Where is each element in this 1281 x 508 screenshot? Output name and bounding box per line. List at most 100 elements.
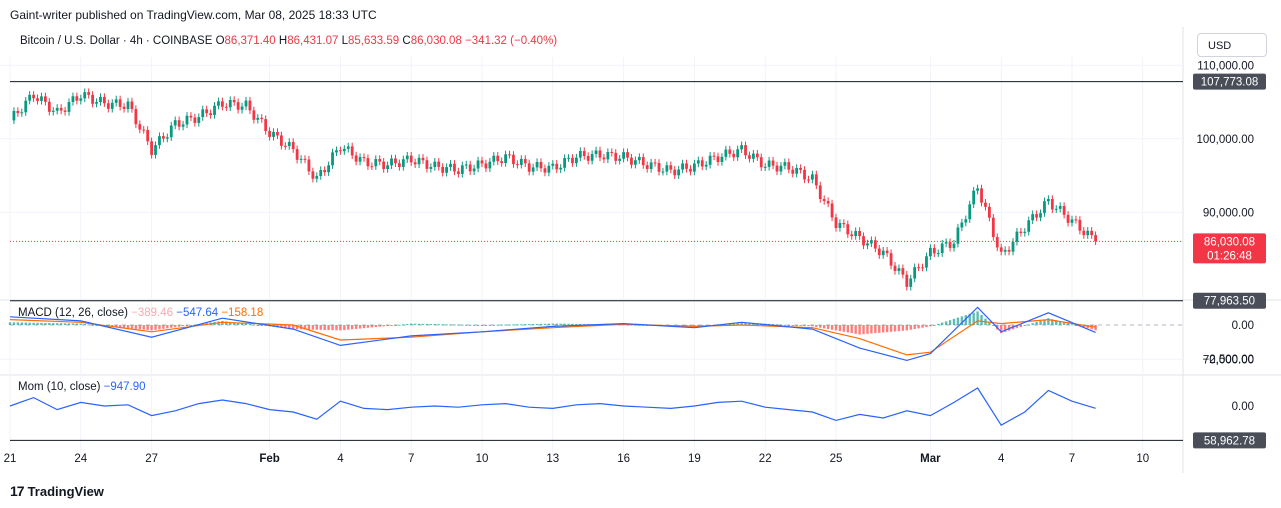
candle-body	[901, 268, 905, 275]
candle-body	[197, 117, 201, 123]
tradingview-footer[interactable]: 17 TradingView	[10, 483, 104, 499]
macd-histogram-bar	[343, 325, 346, 331]
x-tick-label: 7	[1069, 453, 1075, 465]
macd-histogram-bar	[410, 323, 413, 325]
candle-body	[291, 141, 295, 150]
candle-body	[276, 131, 279, 136]
candle-body	[523, 158, 527, 164]
macd-histogram-bar	[87, 324, 90, 326]
candle-body	[885, 250, 889, 254]
currency-button[interactable]: USD	[1197, 33, 1267, 57]
candle-body	[606, 152, 610, 160]
mom-title[interactable]: Mom (10, close)	[18, 381, 100, 393]
candle-body	[24, 100, 28, 113]
candle-body	[649, 162, 653, 169]
candle-body	[476, 160, 480, 169]
candle-body	[960, 222, 964, 228]
macd-histogram-bar	[75, 323, 79, 325]
macd-histogram-bar	[535, 323, 539, 325]
candle-body	[767, 160, 771, 167]
macd-histogram-bar	[799, 325, 802, 326]
candle-body	[689, 168, 692, 172]
macd-histogram-bar	[878, 325, 881, 333]
macd-histogram-bar	[944, 321, 948, 325]
macd-histogram-bar	[8, 322, 12, 325]
candle-body	[417, 157, 421, 165]
macd-histogram-bar	[948, 320, 952, 325]
macd-histogram-bar	[122, 325, 126, 328]
candle-body	[40, 96, 43, 101]
candle-body	[940, 243, 944, 254]
candle-body	[602, 157, 606, 160]
candle-body	[508, 154, 511, 156]
candle-body	[803, 169, 806, 180]
candle-body	[748, 155, 751, 159]
candle-body	[295, 149, 299, 160]
x-tick-label: 21	[4, 453, 17, 465]
macd-histogram-bar	[893, 325, 897, 332]
candle-body	[382, 161, 386, 170]
candle-body	[335, 150, 338, 153]
candle-body	[519, 158, 523, 165]
macd-histogram-bar	[476, 324, 480, 326]
candle-body	[390, 158, 393, 166]
macd-histogram-bar	[783, 324, 787, 326]
candle-body	[1090, 230, 1094, 236]
macd-histogram-bar	[807, 325, 810, 327]
x-tick-label: 4	[998, 453, 1005, 465]
candle-body	[630, 157, 633, 165]
macd-histogram-bar	[402, 324, 405, 326]
macd-histogram-bar	[331, 325, 334, 331]
macd-histogram-bar	[181, 325, 185, 327]
x-tick-label: 16	[617, 453, 630, 465]
macd-histogram-bar	[244, 323, 248, 325]
candle-body	[268, 131, 271, 137]
level-label: 58,962.78	[1204, 435, 1255, 447]
macd-histogram-bar	[138, 325, 141, 330]
candle-body	[460, 165, 464, 174]
candle-body	[20, 112, 24, 114]
candle-body	[578, 151, 582, 158]
macd-legend: MACD (12, 26, close) −389.46 −547.64 −15…	[18, 307, 263, 319]
candle-body	[791, 169, 795, 174]
macd-histogram-bar	[795, 325, 798, 326]
candle-body	[378, 158, 382, 162]
macd-histogram-bar	[921, 325, 924, 328]
candle-body	[173, 120, 177, 126]
candle-body	[720, 156, 724, 163]
symbol-label[interactable]: Bitcoin / U.S. Dollar · 4h · COINBASE	[20, 35, 212, 47]
candle-body	[158, 136, 161, 146]
candle-body	[598, 150, 602, 158]
candle-body	[99, 96, 102, 103]
macd-histogram-bar	[429, 324, 433, 326]
candle-body	[685, 163, 688, 169]
candle-body	[1078, 219, 1082, 231]
macd-histogram-bar	[44, 322, 47, 325]
candle-body	[822, 199, 826, 202]
macd-y-tick-label: −2,500.00	[1203, 354, 1254, 366]
candle-body	[496, 155, 500, 162]
candle-body	[661, 171, 665, 173]
y-tick-label: 110,000.00	[1197, 60, 1254, 72]
candle-body	[189, 115, 193, 118]
macd-histogram-bar	[166, 325, 169, 329]
price-legend: Bitcoin / U.S. Dollar · 4h · COINBASE O8…	[20, 35, 557, 47]
candle-body	[700, 160, 704, 167]
candle-body	[55, 107, 59, 111]
candle-body	[236, 102, 240, 110]
candle-body	[732, 153, 736, 158]
macd-histogram-bar	[48, 323, 51, 325]
macd-histogram-bar	[917, 325, 920, 329]
macd-title[interactable]: MACD (12, 26, close)	[18, 307, 128, 319]
chart-svg[interactable]: 21 24 27 Feb 4 7 10 13 16 19 22 25 Mar 4 7 10 110,000.00…	[0, 27, 1281, 473]
macd-histogram-bar	[63, 323, 67, 325]
chart-area[interactable]: 21 24 27 Feb 4 7 10 13 16 19 22 25 Mar 4 7 10 110,000.00…	[0, 27, 1281, 473]
candle-body	[299, 158, 303, 160]
candle-body	[909, 278, 913, 287]
candle-body	[704, 164, 708, 167]
candle-body	[1023, 231, 1027, 233]
macd-histogram-bar	[531, 324, 535, 326]
candle-body	[374, 158, 378, 167]
macd-histogram-bar	[787, 325, 790, 326]
macd-histogram-bar	[834, 325, 838, 331]
